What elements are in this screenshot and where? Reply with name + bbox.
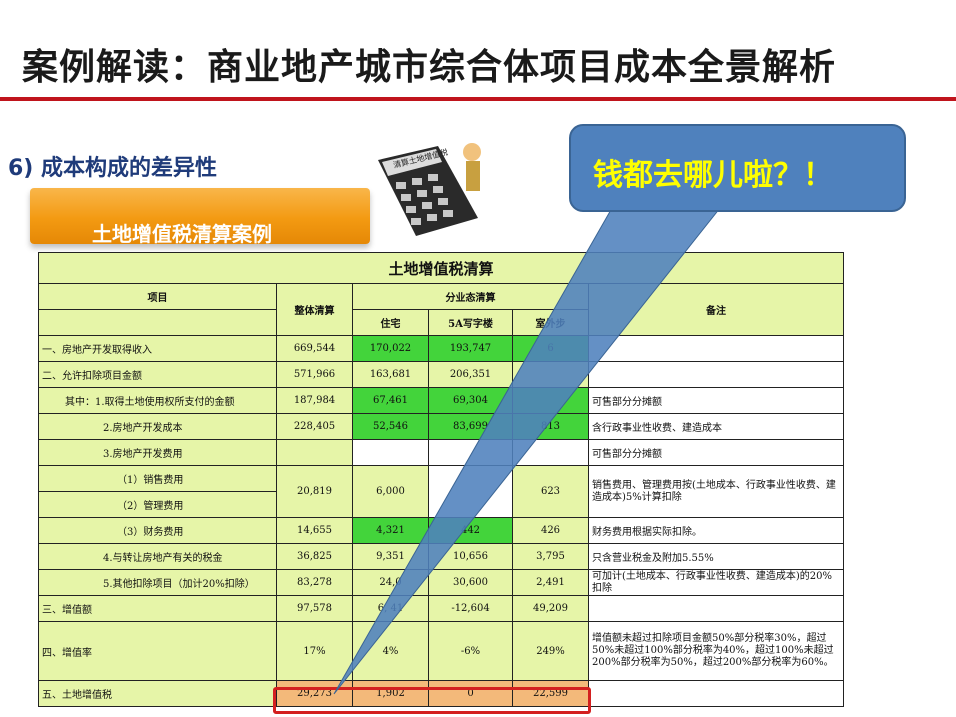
- row-item: 2.房地产开发成本: [38, 413, 277, 440]
- cell-out: 249%: [512, 621, 589, 681]
- table-row: 5.其他扣除项目（加计20%扣除） 83,278 24,0 30,600 2,4…: [38, 569, 845, 596]
- cell-res: 163,681: [352, 361, 429, 388]
- callout-bubble: 钱都去哪儿啦？！: [569, 124, 906, 212]
- cell-note: 可售部分分摊额: [587, 439, 845, 466]
- table-row: 4.与转让房地产有关的税金 36,825 9,351 10,656 3,795 …: [38, 543, 845, 570]
- cell-total: 20,819: [276, 465, 353, 518]
- case-banner: 土地增值税清算案例: [30, 188, 370, 246]
- cell-office: [428, 465, 513, 518]
- table-row: 一、房地产开发取得收入 669,544 170,022 193,747 6: [38, 335, 845, 362]
- cell-office: 442: [428, 517, 513, 544]
- cell-total: [276, 439, 353, 466]
- col-total-header: 整体清算: [276, 283, 353, 336]
- cell-note: 财务费用根据实际扣除。: [587, 517, 845, 544]
- cell-note: 只含营业税金及附加5.55%: [587, 543, 845, 570]
- cell-note: [587, 680, 845, 707]
- cell-note: 可售部分分摊额: [587, 387, 845, 414]
- cell-res: 4%: [352, 621, 429, 681]
- table-row: 四、增值率 17% 4% -6% 249% 增值额未超过扣除项目金额50%部分税…: [38, 621, 845, 681]
- cell-office: 30,600: [428, 569, 513, 596]
- row-item: 三、增值额: [38, 595, 277, 622]
- blank-cell: [38, 309, 277, 336]
- table-row: （3）财务费用 14,655 4,321 442 426 财务费用根据实际扣除。: [38, 517, 845, 544]
- page-title: 案例解读：商业地产城市综合体项目成本全景解析: [22, 47, 837, 88]
- col-note-header: 备注: [587, 283, 845, 336]
- cell-total: 571,966: [276, 361, 353, 388]
- cell-res: 170,022: [352, 335, 429, 362]
- cell-total: 14,655: [276, 517, 353, 544]
- cell-out: 623: [512, 465, 589, 518]
- cell-res: 6,000: [352, 465, 429, 518]
- cell-out: 6: [512, 335, 589, 362]
- cell-office: -6%: [428, 621, 513, 681]
- cell-res: 9,351: [352, 543, 429, 570]
- calculator-illustration: 清算土地增值税: [378, 143, 481, 236]
- row-item: （2）管理费用: [38, 491, 277, 518]
- cell-office: 206,351: [428, 361, 513, 388]
- col-res-header: 住宅: [352, 309, 429, 336]
- cell-note: [587, 335, 845, 362]
- cell-note: [587, 361, 845, 388]
- cell-out: [512, 361, 589, 388]
- row-item: 一、房地产开发取得收入: [38, 335, 277, 362]
- cell-out: 426: [512, 517, 589, 544]
- col-office-header: 5A写字楼: [428, 309, 513, 336]
- cell-res: [352, 439, 429, 466]
- cell-office: -12,604: [428, 595, 513, 622]
- table-row: 其中：1.取得土地使用权所支付的金额 187,984 67,461 69,304…: [38, 387, 845, 414]
- row-item: （3）财务费用: [38, 517, 277, 544]
- cell-res: 52,546: [352, 413, 429, 440]
- col-item-header: 项目: [38, 283, 277, 310]
- cell-res: 6, 41: [352, 595, 429, 622]
- row-item: 3.房地产开发费用: [38, 439, 277, 466]
- table-row: 三、增值额 97,578 6, 41 -12,604 49,209: [38, 595, 845, 622]
- highlight-box: [273, 687, 591, 714]
- table-title: 土地增值税清算: [37, 252, 845, 284]
- row-item: 二、允许扣除项目金额: [38, 361, 277, 388]
- cell-note: 增值额未超过扣除项目金额50%部分税率30%，超过50%未超过100%部分税率为…: [587, 621, 845, 681]
- table-row: 3.房地产开发费用 可售部分分摊额: [38, 439, 845, 466]
- cell-out: 2,491: [512, 569, 589, 596]
- row-item: 5.其他扣除项目（加计20%扣除）: [38, 569, 277, 596]
- cell-res: 67,461: [352, 387, 429, 414]
- row-item: 其中：1.取得土地使用权所支付的金额: [38, 387, 277, 414]
- cell-out: 3,795: [512, 543, 589, 570]
- cell-total: 36,825: [276, 543, 353, 570]
- cell-note: 含行政事业性收费、建造成本: [587, 413, 845, 440]
- cell-office: 193,747: [428, 335, 513, 362]
- row-item: （1）销售费用: [38, 465, 277, 492]
- banner-label: 土地增值税清算案例: [92, 222, 272, 246]
- table-row: 2.房地产开发成本 228,405 52,546 83,699 813 含行政事…: [38, 413, 845, 440]
- cell-office: 83,699: [428, 413, 513, 440]
- table-row: 二、允许扣除项目金额 571,966 163,681 206,351: [38, 361, 845, 388]
- row-item: 五、土地增值税: [38, 680, 277, 707]
- cell-office: 69,304: [428, 387, 513, 414]
- cell-total: 83,278: [276, 569, 353, 596]
- cell-office: [428, 439, 513, 466]
- callout-text: 钱都去哪儿啦？！: [593, 158, 833, 193]
- cell-office: 10,656: [428, 543, 513, 570]
- cell-total: 669,544: [276, 335, 353, 362]
- row-item: 四、增值率: [38, 621, 277, 681]
- cell-note: 可加计(土地成本、行政事业性收费、建造成本)的20%扣除: [587, 569, 845, 596]
- cell-note: [587, 595, 845, 622]
- cell-res: 4,321: [352, 517, 429, 544]
- col-split-header: 分业态清算: [352, 283, 589, 310]
- tax-table: 土地增值税清算 项目 整体清算 分业态清算 备注 住宅 5A写字楼 室外步 一、…: [37, 252, 845, 707]
- row-item: 4.与转让房地产有关的税金: [38, 543, 277, 570]
- table-row: （1）销售费用 20,819 6,000 623 销售费用、管理费用按(土地成本…: [38, 465, 845, 518]
- cell-total: 97,578: [276, 595, 353, 622]
- section-subtitle: 6) 成本构成的差异性: [8, 156, 218, 181]
- cell-total: 17%: [276, 621, 353, 681]
- cell-out: 49,209: [512, 595, 589, 622]
- cell-out: [512, 387, 589, 414]
- col-outdoor-header: 室外步: [512, 309, 589, 336]
- cell-out: [512, 439, 589, 466]
- cell-res: 24,0: [352, 569, 429, 596]
- title-divider: [0, 97, 956, 101]
- cell-total: 228,405: [276, 413, 353, 440]
- cell-total: 187,984: [276, 387, 353, 414]
- cell-out: 813: [512, 413, 589, 440]
- cell-note: 销售费用、管理费用按(土地成本、行政事业性收费、建造成本)5%计算扣除: [587, 465, 845, 518]
